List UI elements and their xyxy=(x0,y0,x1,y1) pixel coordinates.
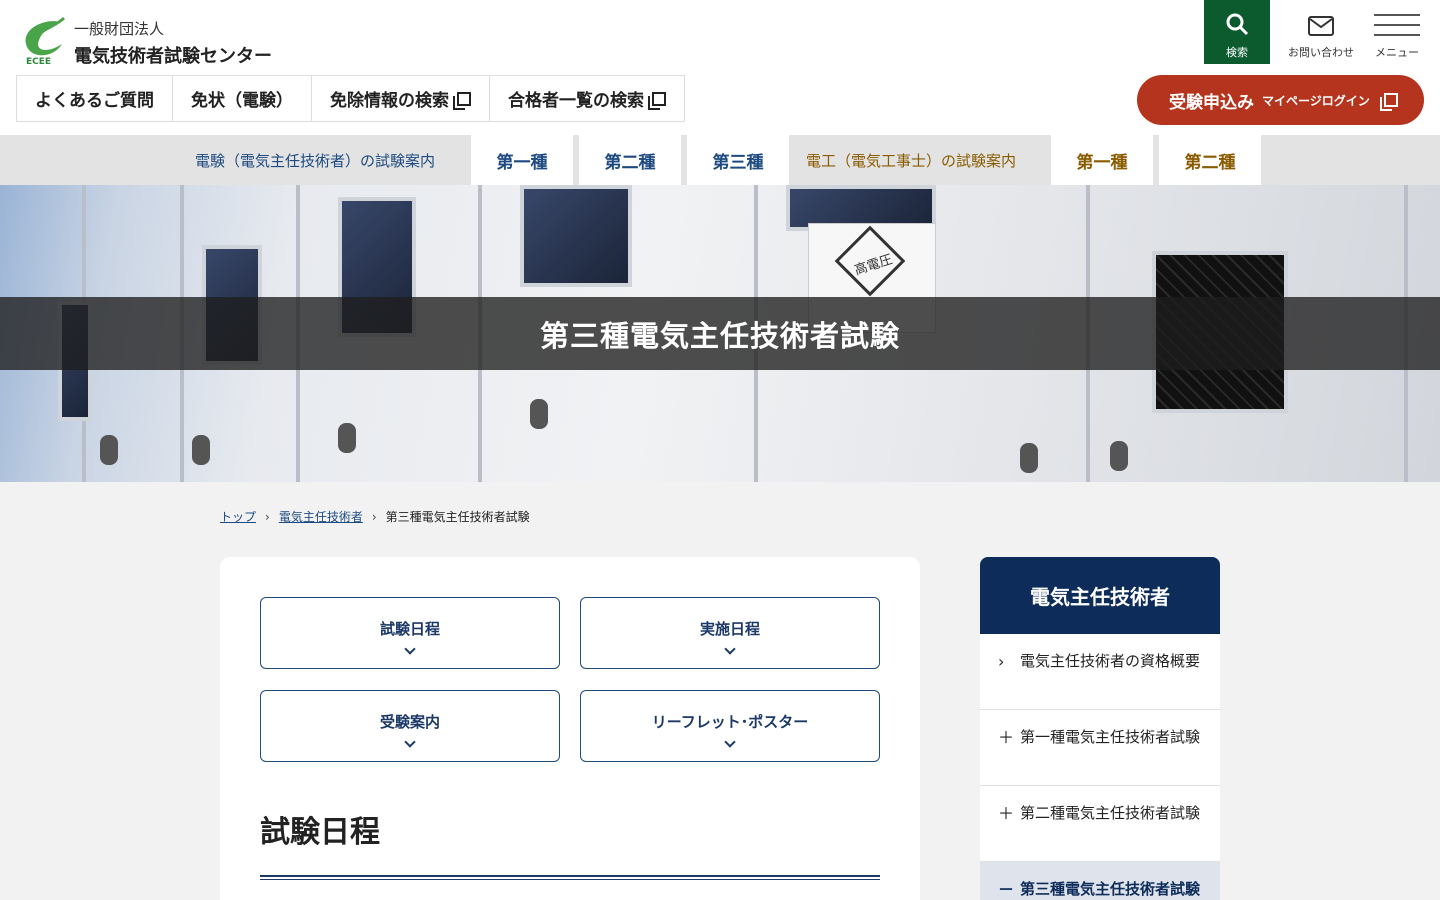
quick-nav-faq[interactable]: よくあるご質問 xyxy=(17,76,173,121)
tab-denko-2[interactable]: 第二種 xyxy=(1159,135,1261,185)
sidebar-item-label: 第一種電気主任技術者試験 xyxy=(1020,728,1201,746)
sidebar: 電気主任技術者 › 電気主任技術者の資格概要 ＋ 第一種電気主任技術者試験 ＋ … xyxy=(980,557,1220,900)
breadcrumb-denki-shunin[interactable]: 電気主任技術者 xyxy=(279,508,363,525)
search-icon xyxy=(1226,13,1249,36)
plus-icon: ＋ xyxy=(998,728,1015,747)
org-name[interactable]: 電気技術者試験センター xyxy=(74,42,272,68)
denko-guide-link[interactable]: 電工（電気工事士）の試験案内 xyxy=(806,135,1016,185)
site-header: ECEE 一般財団法人 電気技術者試験センター 検索 お問い合わせ メニュー よ… xyxy=(0,0,1440,135)
search-label: 検索 xyxy=(1226,46,1248,59)
menu-button[interactable]: メニュー xyxy=(1368,0,1426,64)
quick-nav-exemption-search[interactable]: 免除情報の検索 xyxy=(312,76,490,121)
door-handle xyxy=(100,435,118,465)
chevron-down-icon xyxy=(724,643,736,655)
apply-main-label: 受験申込み xyxy=(1169,92,1254,113)
panel-window xyxy=(520,185,632,287)
chevron-right-icon: › xyxy=(265,509,270,524)
org-subtitle: 一般財団法人 xyxy=(74,20,165,38)
apply-mypage-button[interactable]: 受験申込み マイページログイン xyxy=(1137,75,1424,125)
contact-button[interactable]: お問い合わせ xyxy=(1284,0,1358,64)
tab-denken-3[interactable]: 第三種 xyxy=(687,135,789,185)
quick-nav: よくあるご質問 免状（電験） 免除情報の検索 合格者一覧の検索 xyxy=(16,75,685,122)
door-handle xyxy=(530,399,548,429)
plus-icon: ＋ xyxy=(998,804,1015,823)
apply-sub-label: マイページログイン xyxy=(1262,93,1370,108)
chevron-right-icon: › xyxy=(371,509,377,524)
anchor-exam-schedule[interactable]: 試験日程 xyxy=(260,597,560,669)
tab-denken-1[interactable]: 第一種 xyxy=(471,135,573,185)
external-link-icon xyxy=(453,91,471,110)
chevron-down-icon xyxy=(404,643,416,655)
external-link-icon xyxy=(648,91,666,110)
quick-nav-license[interactable]: 免状（電験） xyxy=(173,76,312,121)
door-handle xyxy=(1020,443,1038,473)
hero-banner: 高電圧 第三種電気主任技術者試験 xyxy=(0,185,1440,482)
mail-icon xyxy=(1308,16,1334,36)
sidebar-item-class3[interactable]: － 第三種電気主任技術者試験 xyxy=(980,862,1220,900)
ecee-logo-icon[interactable]: ECEE xyxy=(16,14,72,66)
denken-guide-link[interactable]: 電験（電気主任技術者）の試験案内 xyxy=(195,135,435,185)
main-content: 試験日程 実施日程 受験案内 リーフレット･ポスター 試験日程 xyxy=(220,557,920,900)
minus-icon: － xyxy=(998,880,1015,899)
sidebar-item-class1[interactable]: ＋ 第一種電気主任技術者試験 xyxy=(980,710,1220,786)
sidebar-item-label: 第三種電気主任技術者試験 xyxy=(1020,880,1201,898)
breadcrumb: トップ › 電気主任技術者 › 第三種電気主任技術者試験 xyxy=(220,508,530,525)
door-handle xyxy=(192,435,210,465)
door-handle xyxy=(1110,441,1128,471)
section-title: 試験日程 xyxy=(260,815,380,850)
sidebar-item-overview[interactable]: › 電気主任技術者の資格概要 xyxy=(980,634,1220,710)
anchor-implementation-schedule[interactable]: 実施日程 xyxy=(580,597,880,669)
chevron-down-icon xyxy=(724,736,736,748)
chevron-right-icon: › xyxy=(998,652,1005,671)
sidebar-item-class2[interactable]: ＋ 第二種電気主任技術者試験 xyxy=(980,786,1220,862)
external-link-icon xyxy=(1379,93,1398,111)
page-title: 第三種電気主任技術者試験 xyxy=(539,318,900,353)
exam-nav: 電験（電気主任技術者）の試験案内 第一種 第二種 第三種 電工（電気工事士）の試… xyxy=(0,135,1440,185)
anchor-leaflet-poster[interactable]: リーフレット･ポスター xyxy=(580,690,880,762)
anchor-exam-guide[interactable]: 受験案内 xyxy=(260,690,560,762)
tab-denken-2[interactable]: 第二種 xyxy=(579,135,681,185)
hero-title-band: 第三種電気主任技術者試験 xyxy=(0,297,1440,370)
sidebar-item-label: 電気主任技術者の資格概要 xyxy=(1020,652,1201,670)
menu-label: メニュー xyxy=(1375,46,1419,59)
tab-denko-1[interactable]: 第一種 xyxy=(1051,135,1153,185)
search-button[interactable]: 検索 xyxy=(1204,0,1270,64)
breadcrumb-current: 第三種電気主任技術者試験 xyxy=(385,510,530,524)
contact-label: お問い合わせ xyxy=(1288,46,1354,59)
breadcrumb-top[interactable]: トップ xyxy=(220,508,256,525)
sidebar-item-label: 第二種電気主任技術者試験 xyxy=(1020,804,1201,822)
chevron-down-icon xyxy=(404,736,416,748)
svg-text:ECEE: ECEE xyxy=(26,57,51,66)
door-handle xyxy=(338,423,356,453)
quick-nav-passer-search[interactable]: 合格者一覧の検索 xyxy=(490,76,684,121)
section-divider xyxy=(260,875,880,880)
sidebar-heading[interactable]: 電気主任技術者 xyxy=(980,557,1220,634)
